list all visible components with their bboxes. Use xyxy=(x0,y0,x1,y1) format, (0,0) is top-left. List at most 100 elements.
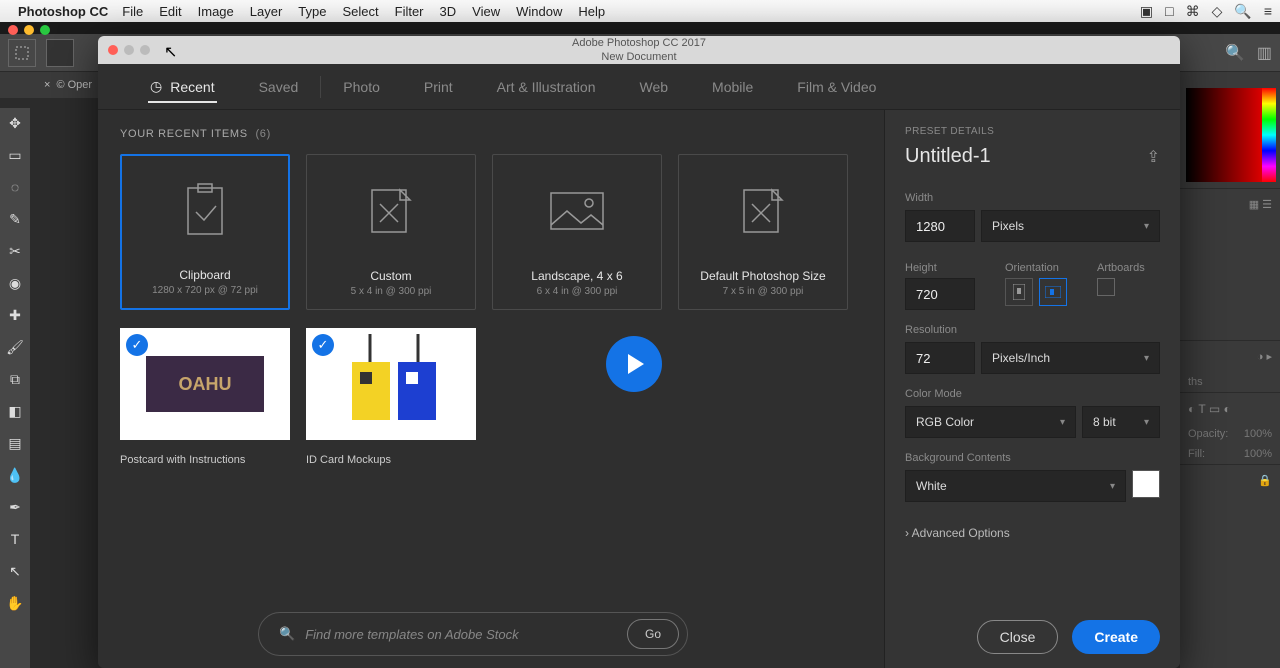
tab-saved[interactable]: Saved xyxy=(237,64,321,109)
menu-layer[interactable]: Layer xyxy=(250,4,283,19)
fill-value[interactable]: 100% xyxy=(1244,448,1272,460)
bg-color-swatch[interactable] xyxy=(1132,470,1160,498)
menu-view[interactable]: View xyxy=(472,4,500,19)
artboards-label: Artboards xyxy=(1097,262,1145,274)
preset-default[interactable]: Default Photoshop Size 7 x 5 in @ 300 pp… xyxy=(678,154,848,310)
menu-help[interactable]: Help xyxy=(578,4,605,19)
hand-tool-icon[interactable]: ✋ xyxy=(4,592,26,614)
template-idcard[interactable]: ✓ ID Card Mockups xyxy=(306,328,476,466)
opacity-value[interactable]: 100% xyxy=(1244,428,1272,440)
menu-filter[interactable]: Filter xyxy=(395,4,424,19)
eyedropper-tool-icon[interactable]: ◉ xyxy=(4,272,26,294)
tab-print[interactable]: Print xyxy=(402,64,475,109)
workspace-switcher-icon[interactable]: ▥ xyxy=(1257,43,1272,63)
path-select-tool-icon[interactable]: ↖ xyxy=(4,560,26,582)
tools-panel: ✥ ▭ ◌ ✎ ✂ ◉ ✚ 🖌 ⧉ ◧ ▤ 💧 ✒ T ↖ ✋ xyxy=(0,108,30,668)
create-button[interactable]: Create xyxy=(1072,620,1160,654)
color-mode-select[interactable]: RGB Color▾ xyxy=(905,406,1076,438)
healing-tool-icon[interactable]: ✚ xyxy=(4,304,26,326)
downloaded-check-icon: ✓ xyxy=(126,334,148,356)
play-video-button[interactable] xyxy=(606,336,662,392)
color-mode-label: Color Mode xyxy=(905,388,1160,400)
bit-depth-select[interactable]: 8 bit▾ xyxy=(1082,406,1160,438)
tab-photo[interactable]: Photo xyxy=(321,64,402,109)
menu-extras-icon[interactable]: ≡ xyxy=(1264,3,1272,19)
crop-tool-icon[interactable]: ✂ xyxy=(4,240,26,262)
type-tool-icon[interactable]: T xyxy=(4,528,26,550)
blur-tool-icon[interactable]: 💧 xyxy=(4,464,26,486)
screen-share-icon[interactable]: ▣ xyxy=(1140,3,1153,20)
spotlight-icon[interactable]: 🔍 xyxy=(1234,3,1251,20)
color-panel[interactable] xyxy=(1186,88,1274,182)
tab-close-icon[interactable]: × xyxy=(44,79,50,91)
menu-3d[interactable]: 3D xyxy=(440,4,457,19)
preset-details-pane: PRESET DETAILS Untitled-1 ⇪ Width Pixels… xyxy=(884,110,1180,668)
menu-type[interactable]: Type xyxy=(298,4,326,19)
lasso-tool-icon[interactable]: ◌ xyxy=(4,176,26,198)
document-name[interactable]: Untitled-1 xyxy=(905,145,991,168)
menu-edit[interactable]: Edit xyxy=(159,4,181,19)
window-close-icon[interactable] xyxy=(8,25,18,35)
menu-select[interactable]: Select xyxy=(342,4,378,19)
close-button[interactable]: Close xyxy=(977,620,1059,654)
resolution-unit-select[interactable]: Pixels/Inch▾ xyxy=(981,342,1160,374)
hue-slider[interactable] xyxy=(1262,88,1276,182)
document-tab-label[interactable]: © Oper xyxy=(56,79,92,91)
move-tool-icon[interactable]: ✥ xyxy=(4,112,26,134)
orientation-landscape-button[interactable] xyxy=(1039,278,1067,306)
chevron-down-icon: ▾ xyxy=(1144,353,1149,364)
width-input[interactable] xyxy=(905,210,975,242)
panel-row-icons[interactable]: ▦ ☰ xyxy=(1180,188,1280,220)
chevron-down-icon: ▾ xyxy=(1060,417,1065,428)
chevron-down-icon: ▾ xyxy=(1144,221,1149,232)
bg-contents-select[interactable]: White▾ xyxy=(905,470,1126,502)
orientation-portrait-button[interactable] xyxy=(1005,278,1033,306)
search-icon[interactable]: 🔍 xyxy=(1225,43,1245,63)
wifi-icon[interactable]: ◇ xyxy=(1212,3,1223,20)
window-zoom-icon[interactable] xyxy=(40,25,50,35)
tab-recent[interactable]: ◷Recent xyxy=(128,64,237,109)
clone-tool-icon[interactable]: ⧉ xyxy=(4,368,26,390)
height-label: Height xyxy=(905,262,975,274)
tab-mobile[interactable]: Mobile xyxy=(690,64,775,109)
category-tabs: ◷Recent Saved Photo Print Art & Illustra… xyxy=(98,64,1180,110)
advanced-options-disclosure[interactable]: Advanced Options xyxy=(905,526,1160,540)
window-minimize-icon[interactable] xyxy=(24,25,34,35)
height-input[interactable] xyxy=(905,278,975,310)
lock-icon[interactable]: 🔒 xyxy=(1180,464,1280,496)
preset-clipboard[interactable]: Clipboard 1280 x 720 px @ 72 ppi xyxy=(120,154,290,310)
tab-art[interactable]: Art & Illustration xyxy=(475,64,618,109)
artboards-checkbox[interactable] xyxy=(1097,278,1115,296)
adjustments-icon[interactable]: ◑ ▸ xyxy=(1180,340,1280,372)
save-preset-icon[interactable]: ⇪ xyxy=(1147,147,1160,167)
width-label: Width xyxy=(905,192,1160,204)
eraser-tool-icon[interactable]: ◧ xyxy=(4,400,26,422)
display-icon[interactable]: □ xyxy=(1165,3,1173,19)
pen-tool-icon[interactable]: ✒ xyxy=(4,496,26,518)
marquee-tool-icon[interactable]: ▭ xyxy=(4,144,26,166)
resolution-input[interactable] xyxy=(905,342,975,374)
menu-file[interactable]: File xyxy=(122,4,143,19)
tab-film[interactable]: Film & Video xyxy=(775,64,898,109)
tab-web[interactable]: Web xyxy=(618,64,691,109)
brush-tool-icon[interactable]: 🖌 xyxy=(4,336,26,358)
section-heading: YOUR RECENT ITEMS (6) xyxy=(120,128,862,140)
quick-select-tool-icon[interactable]: ✎ xyxy=(4,208,26,230)
preset-custom[interactable]: Custom 5 x 4 in @ 300 ppi xyxy=(306,154,476,310)
preset-landscape[interactable]: Landscape, 4 x 6 6 x 4 in @ 300 ppi xyxy=(492,154,662,310)
stock-search-placeholder: Find more templates on Adobe Stock xyxy=(305,627,518,642)
app-name[interactable]: Photoshop CC xyxy=(18,4,108,19)
tool-preset-icon[interactable] xyxy=(8,39,36,67)
template-thumbnail: ✓ xyxy=(306,328,476,440)
width-unit-select[interactable]: Pixels▾ xyxy=(981,210,1160,242)
foreground-color-swatch[interactable] xyxy=(46,39,74,67)
menu-image[interactable]: Image xyxy=(198,4,234,19)
gradient-tool-icon[interactable]: ▤ xyxy=(4,432,26,454)
creative-cloud-icon[interactable]: ⌘ xyxy=(1186,3,1200,20)
template-postcard[interactable]: ✓ OAHU Postcard with Instructions xyxy=(120,328,290,466)
stock-go-button[interactable]: Go xyxy=(627,619,679,649)
menu-window[interactable]: Window xyxy=(516,4,562,19)
paths-tab[interactable]: ths xyxy=(1188,376,1203,388)
stock-search[interactable]: 🔍 Find more templates on Adobe Stock Go xyxy=(258,612,688,656)
dialog-titlebar[interactable]: Adobe Photoshop CC 2017 New Document xyxy=(98,36,1180,64)
